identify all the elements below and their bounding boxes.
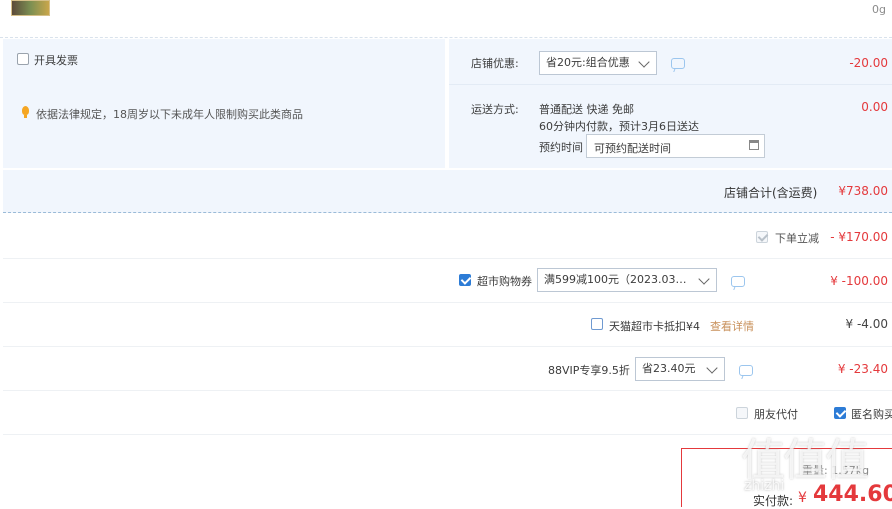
shipping-method: 普通配送 快递 免邮 — [539, 103, 634, 116]
vip-label: 88VIP专享9.5折 — [548, 364, 630, 377]
comment-icon[interactable] — [671, 58, 685, 69]
store-total-amount: ¥738.00 — [838, 184, 888, 198]
top-divider — [0, 37, 892, 38]
schedule-time-input[interactable]: 可预约配送时间 — [586, 134, 765, 158]
coupon-select[interactable]: 满599减100元（2023.03… — [537, 268, 717, 292]
vip-select[interactable]: 省23.40元 — [635, 357, 725, 381]
anonymous-label[interactable]: 匿名购买 — [851, 406, 892, 422]
instant-discount-amount: - ¥170.00 — [830, 230, 888, 244]
schedule-label: 预约时间 — [539, 141, 583, 154]
legal-notice: 依据法律规定，18周岁以下未成年人限制购买此类商品 — [36, 108, 303, 121]
card-label[interactable]: 天猫超市卡抵扣¥4 — [609, 318, 700, 334]
comment-icon[interactable] — [731, 276, 745, 287]
notice-bulb-base — [24, 115, 27, 118]
chevron-down-icon — [706, 362, 718, 374]
store-total-label: 店铺合计(含运费) — [724, 186, 818, 200]
coupon-amount: ¥ -100.00 — [830, 274, 888, 288]
store-discount-amount: -20.00 — [849, 56, 888, 70]
invoice-checkbox[interactable] — [17, 53, 29, 65]
delivery-estimate: 60分钟内付款，预计3月6日送达 — [539, 120, 699, 133]
shipping-label: 运送方式: — [471, 103, 519, 116]
product-thumbnail[interactable] — [11, 0, 50, 16]
card-details-link[interactable]: 查看详情 — [710, 318, 754, 334]
chevron-down-icon — [638, 56, 650, 68]
product-weight: 0g — [872, 3, 886, 16]
friend-pay-label[interactable]: 朋友代付 — [754, 406, 798, 422]
panel-divider — [449, 84, 892, 85]
friend-pay-checkbox[interactable] — [736, 407, 748, 419]
anonymous-checkbox[interactable] — [834, 407, 846, 419]
vip-amount: ¥ -23.40 — [837, 362, 888, 376]
card-checkbox[interactable] — [591, 318, 603, 330]
vip-option: 省23.40元 — [642, 362, 696, 375]
instant-discount-checkbox — [756, 231, 768, 243]
divider — [3, 390, 892, 391]
calendar-icon — [749, 140, 759, 150]
coupon-checkbox[interactable] — [459, 274, 471, 286]
instant-discount-label: 下单立减 — [775, 232, 819, 245]
divider — [3, 302, 892, 303]
store-discount-select[interactable]: 省20元:组合优惠 — [539, 51, 657, 75]
pay-currency: ¥ — [798, 490, 807, 506]
coupon-label[interactable]: 超市购物券 — [477, 273, 532, 289]
chevron-down-icon — [698, 273, 710, 285]
divider — [3, 346, 892, 347]
notice-bulb-icon — [22, 106, 29, 115]
schedule-time-placeholder: 可预约配送时间 — [594, 142, 671, 155]
pay-label: 实付款: — [753, 494, 794, 508]
card-amount: ¥ -4.00 — [845, 317, 889, 331]
store-discount-option: 省20元:组合优惠 — [546, 56, 630, 69]
divider — [3, 258, 892, 259]
invoice-label[interactable]: 开具发票 — [34, 52, 78, 68]
shipping-amount: 0.00 — [861, 100, 888, 114]
comment-icon[interactable] — [739, 365, 753, 376]
coupon-option: 满599减100元（2023.03… — [544, 273, 687, 286]
site-watermark-sub: zhizhi — [744, 478, 785, 494]
store-discount-label: 店铺优惠: — [471, 57, 519, 70]
